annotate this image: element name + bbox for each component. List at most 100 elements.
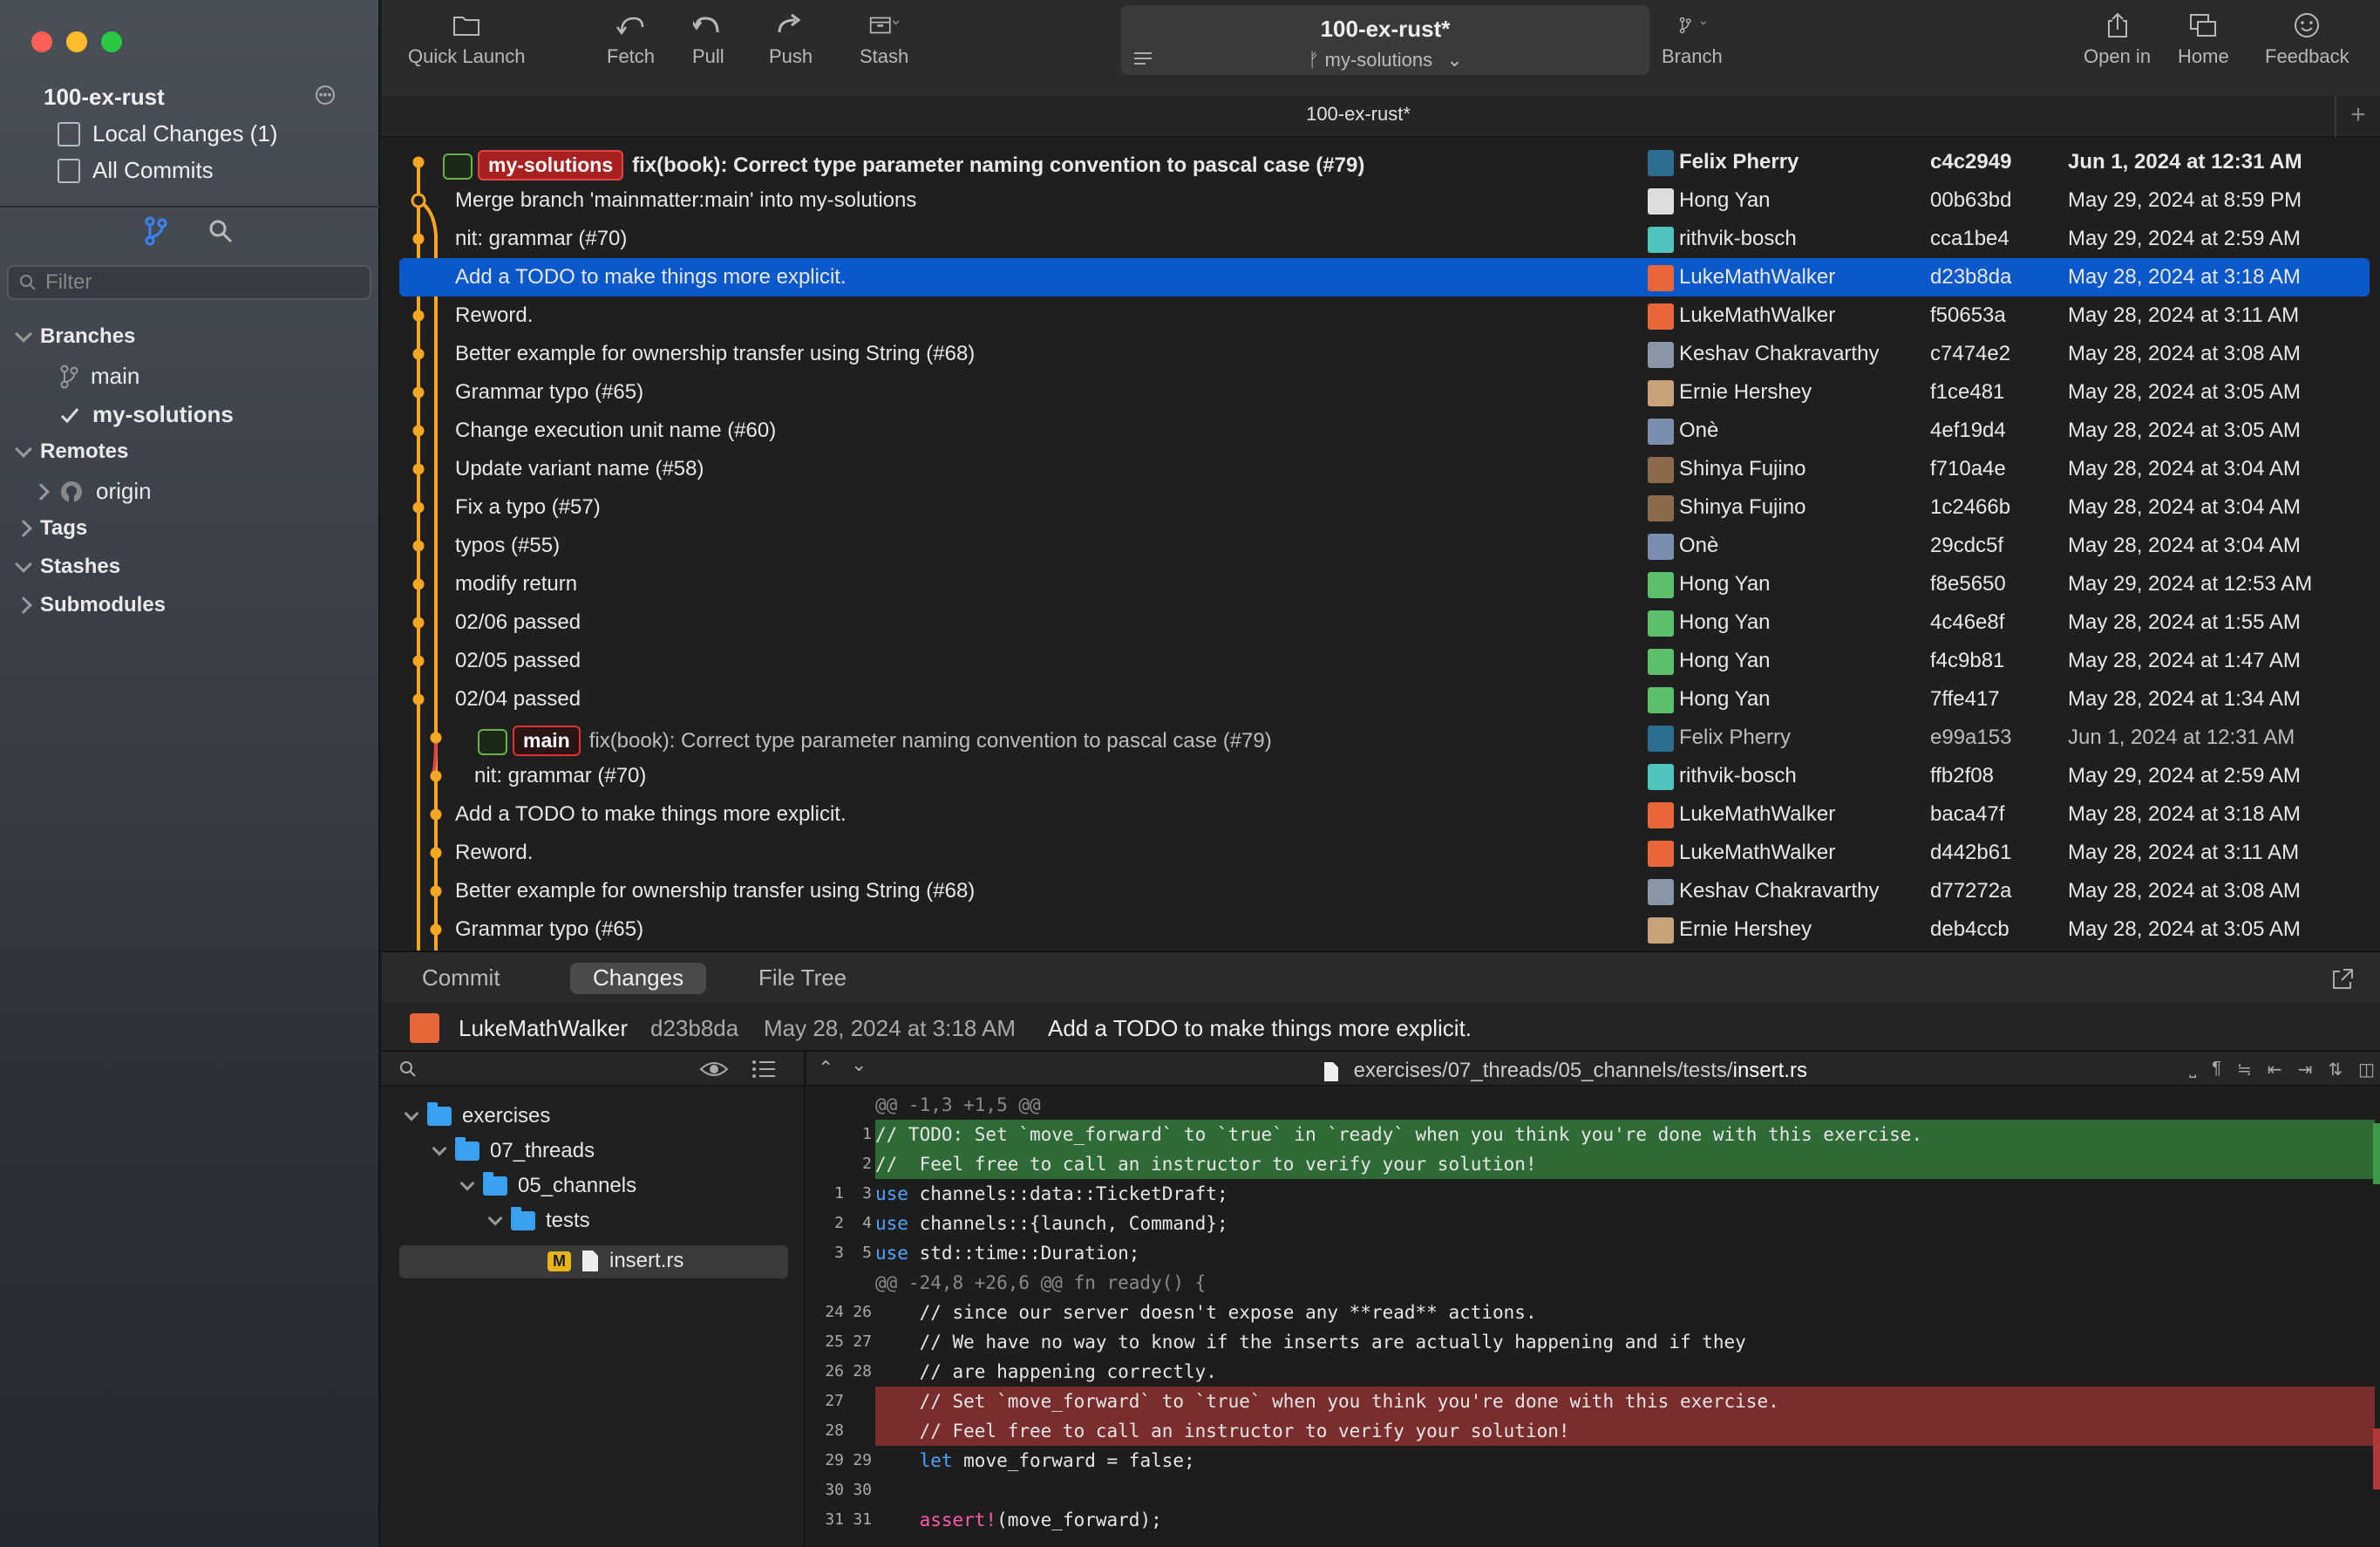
filter-input[interactable]: Filter bbox=[7, 265, 371, 300]
open-external-icon[interactable] bbox=[2331, 968, 2354, 991]
tab-commit[interactable]: Commit bbox=[399, 963, 523, 994]
commit-row[interactable]: typos (#55) Onè 29cdc5f May 28, 2024 at 3:0… bbox=[399, 527, 2370, 565]
sidebar-item-branch-main[interactable]: main bbox=[59, 363, 139, 390]
commit-row[interactable]: Add a TODO to make things more explicit.… bbox=[399, 258, 2370, 296]
commit-sha[interactable]: d23b8da bbox=[650, 1015, 738, 1042]
context-icon[interactable]: ⇅ bbox=[2328, 1059, 2343, 1080]
commit-row[interactable]: Fix a typo (#57) Shinya Fujino 1c2466b May … bbox=[399, 488, 2370, 527]
folder-icon bbox=[452, 12, 481, 38]
collapse-icon[interactable]: ⇤ bbox=[2268, 1059, 2282, 1080]
current-branch[interactable]: ᚠ my-solutions ⌄ bbox=[1121, 49, 1649, 72]
list-view-icon[interactable] bbox=[751, 1059, 776, 1080]
tree-folder-exercises[interactable]: exercises bbox=[404, 1102, 550, 1128]
whitespace-icon[interactable]: ⎵ bbox=[2189, 1059, 2196, 1080]
home-button[interactable]: Home bbox=[2178, 12, 2229, 68]
repo-more-icon[interactable]: ••• bbox=[316, 85, 335, 105]
branch-tag[interactable]: my-solutions bbox=[478, 150, 624, 181]
commit-row[interactable]: 02/06 passed Hong Yan 4c46e8f May 28, 2024 … bbox=[399, 603, 2370, 642]
avatar bbox=[1648, 419, 1674, 445]
chevron-down-icon[interactable]: ⌄ bbox=[851, 1053, 867, 1076]
folder-label: 05_channels bbox=[518, 1174, 637, 1197]
branches-tab-icon[interactable] bbox=[143, 216, 169, 253]
add-tab-icon[interactable]: + bbox=[2335, 96, 2380, 138]
search-icon bbox=[20, 275, 36, 290]
commit-row[interactable]: Grammar typo (#65) Ernie Hershey deb4ccb Ma… bbox=[399, 910, 2370, 949]
remotes-section[interactable]: Remotes bbox=[15, 440, 128, 464]
diff-file-name: insert.rs bbox=[1732, 1059, 1807, 1082]
repo-selector[interactable]: 100-ex-rust* ᚠ my-solutions ⌄ bbox=[1121, 5, 1649, 75]
commit-sha: 29cdc5f bbox=[1930, 534, 2004, 557]
code-content: move_forward = false; bbox=[952, 1450, 1195, 1471]
sidebar-item-remote-origin[interactable]: origin bbox=[32, 478, 152, 505]
search-icon[interactable] bbox=[399, 1060, 417, 1078]
commit-row[interactable]: 02/04 passed Hong Yan 7ffe417 May 28, 2024 … bbox=[399, 680, 2370, 719]
search-tab-icon[interactable] bbox=[207, 218, 234, 249]
window-close-button[interactable] bbox=[31, 31, 52, 52]
push-button[interactable]: Push bbox=[769, 12, 813, 68]
tags-section[interactable]: Tags bbox=[15, 516, 87, 541]
commit-row[interactable]: main fix(book): Correct type parameter na… bbox=[399, 719, 2370, 757]
commit-message-cell: Reword. bbox=[455, 841, 533, 865]
branches-section[interactable]: Branches bbox=[15, 324, 135, 349]
windows-icon bbox=[2188, 12, 2218, 38]
commit-row[interactable]: my-solutions fix(book): Correct type para… bbox=[399, 143, 2370, 181]
code-text: // TODO: Set `move_forward` to `true` in… bbox=[875, 1124, 1922, 1145]
wrap-icon[interactable]: ≒ bbox=[2237, 1059, 2252, 1080]
avatar bbox=[1648, 764, 1674, 790]
stash-icon bbox=[869, 12, 900, 38]
commit-row[interactable]: Better example for ownership transfer us… bbox=[399, 872, 2370, 910]
all-commits-link[interactable]: All Commits bbox=[58, 157, 214, 184]
diff-path-prefix: exercises/07_threads/05_channels/tests/ bbox=[1353, 1059, 1733, 1082]
commit-message-cell: modify return bbox=[455, 572, 577, 596]
chevron-up-icon[interactable]: ⌃ bbox=[818, 1057, 833, 1080]
open-in-button[interactable]: Open in bbox=[2084, 12, 2151, 68]
window-zoom-button[interactable] bbox=[101, 31, 122, 52]
all-commits-label: All Commits bbox=[92, 157, 214, 183]
pull-button[interactable]: Pull bbox=[692, 12, 724, 68]
commit-row[interactable]: nit: grammar (#70) rithvik-bosch ffb2f08 Ma… bbox=[399, 757, 2370, 795]
branch-button[interactable]: Branch bbox=[1662, 12, 1723, 68]
tree-folder-05-channels[interactable]: 05_channels bbox=[459, 1172, 637, 1198]
commit-sha: 00b63bd bbox=[1930, 188, 2012, 212]
commit-author: Felix Pherry bbox=[1679, 726, 1792, 749]
commit-row[interactable]: nit: grammar (#70) rithvik-bosch cca1be4 Ma… bbox=[399, 220, 2370, 258]
commit-date: May 28, 2024 at 3:18 AM bbox=[2068, 802, 2301, 826]
local-changes-link[interactable]: Local Changes (1) bbox=[58, 120, 277, 147]
commit-row[interactable]: 02/05 passed Hong Yan f4c9b81 May 28, 2024 … bbox=[399, 642, 2370, 680]
pilcrow-icon[interactable]: ¶ bbox=[2212, 1059, 2221, 1080]
commit-row[interactable]: Change execution unit name (#60) Onè 4ef19… bbox=[399, 412, 2370, 450]
feedback-button[interactable]: Feedback bbox=[2265, 12, 2349, 68]
commit-row[interactable]: modify return Hong Yan f8e5650 May 29, 2024… bbox=[399, 565, 2370, 603]
commit-row[interactable]: Reword. LukeMathWalker d442b61 May 28, 2024… bbox=[399, 834, 2370, 872]
expand-icon[interactable]: ⇥ bbox=[2298, 1059, 2313, 1080]
stash-button[interactable]: Stash bbox=[860, 12, 908, 68]
tab-repo[interactable]: 100-ex-rust* bbox=[382, 103, 2335, 126]
tab-file-tree[interactable]: File Tree bbox=[736, 963, 869, 994]
avatar bbox=[1648, 495, 1674, 521]
code-keyword: use bbox=[875, 1183, 908, 1204]
commit-message-cell: typos (#55) bbox=[455, 534, 560, 558]
stashes-section[interactable]: Stashes bbox=[15, 555, 120, 579]
quick-launch-button[interactable]: Quick Launch bbox=[408, 12, 526, 68]
window-minimize-button[interactable] bbox=[66, 31, 87, 52]
sidebar-item-branch-my-solutions[interactable]: my-solutions bbox=[59, 401, 234, 428]
tree-folder-07-threads[interactable]: 07_threads bbox=[432, 1137, 595, 1163]
commit-row[interactable]: Better example for ownership transfer us… bbox=[399, 335, 2370, 373]
tab-changes[interactable]: Changes bbox=[570, 963, 707, 994]
split-view-icon[interactable]: ◫ bbox=[2358, 1059, 2375, 1080]
avatar bbox=[1648, 879, 1674, 905]
commit-row[interactable]: Grammar typo (#65) Ernie Hershey f1ce481 Ma… bbox=[399, 373, 2370, 412]
commit-sha: cca1be4 bbox=[1930, 227, 2009, 250]
fetch-button[interactable]: Fetch bbox=[607, 12, 655, 68]
commit-row[interactable]: Update variant name (#58) Shinya Fujino f7… bbox=[399, 450, 2370, 488]
commit-sha: 7ffe417 bbox=[1930, 687, 2000, 711]
submodules-section[interactable]: Submodules bbox=[15, 593, 166, 617]
branch-tag[interactable]: main bbox=[513, 726, 581, 756]
commit-row[interactable]: Merge branch 'mainmatter:main' into my-s… bbox=[399, 181, 2370, 220]
code-text: use channels::{launch, Command}; bbox=[875, 1213, 1228, 1234]
tree-folder-tests[interactable]: tests bbox=[487, 1207, 590, 1233]
eye-icon[interactable] bbox=[699, 1059, 729, 1080]
commit-row[interactable]: Reword. LukeMathWalker f50653a May 28, 2024… bbox=[399, 296, 2370, 335]
tree-file-insert-rs[interactable]: M insert.rs bbox=[547, 1249, 683, 1273]
commit-row[interactable]: Add a TODO to make things more explicit.… bbox=[399, 795, 2370, 834]
